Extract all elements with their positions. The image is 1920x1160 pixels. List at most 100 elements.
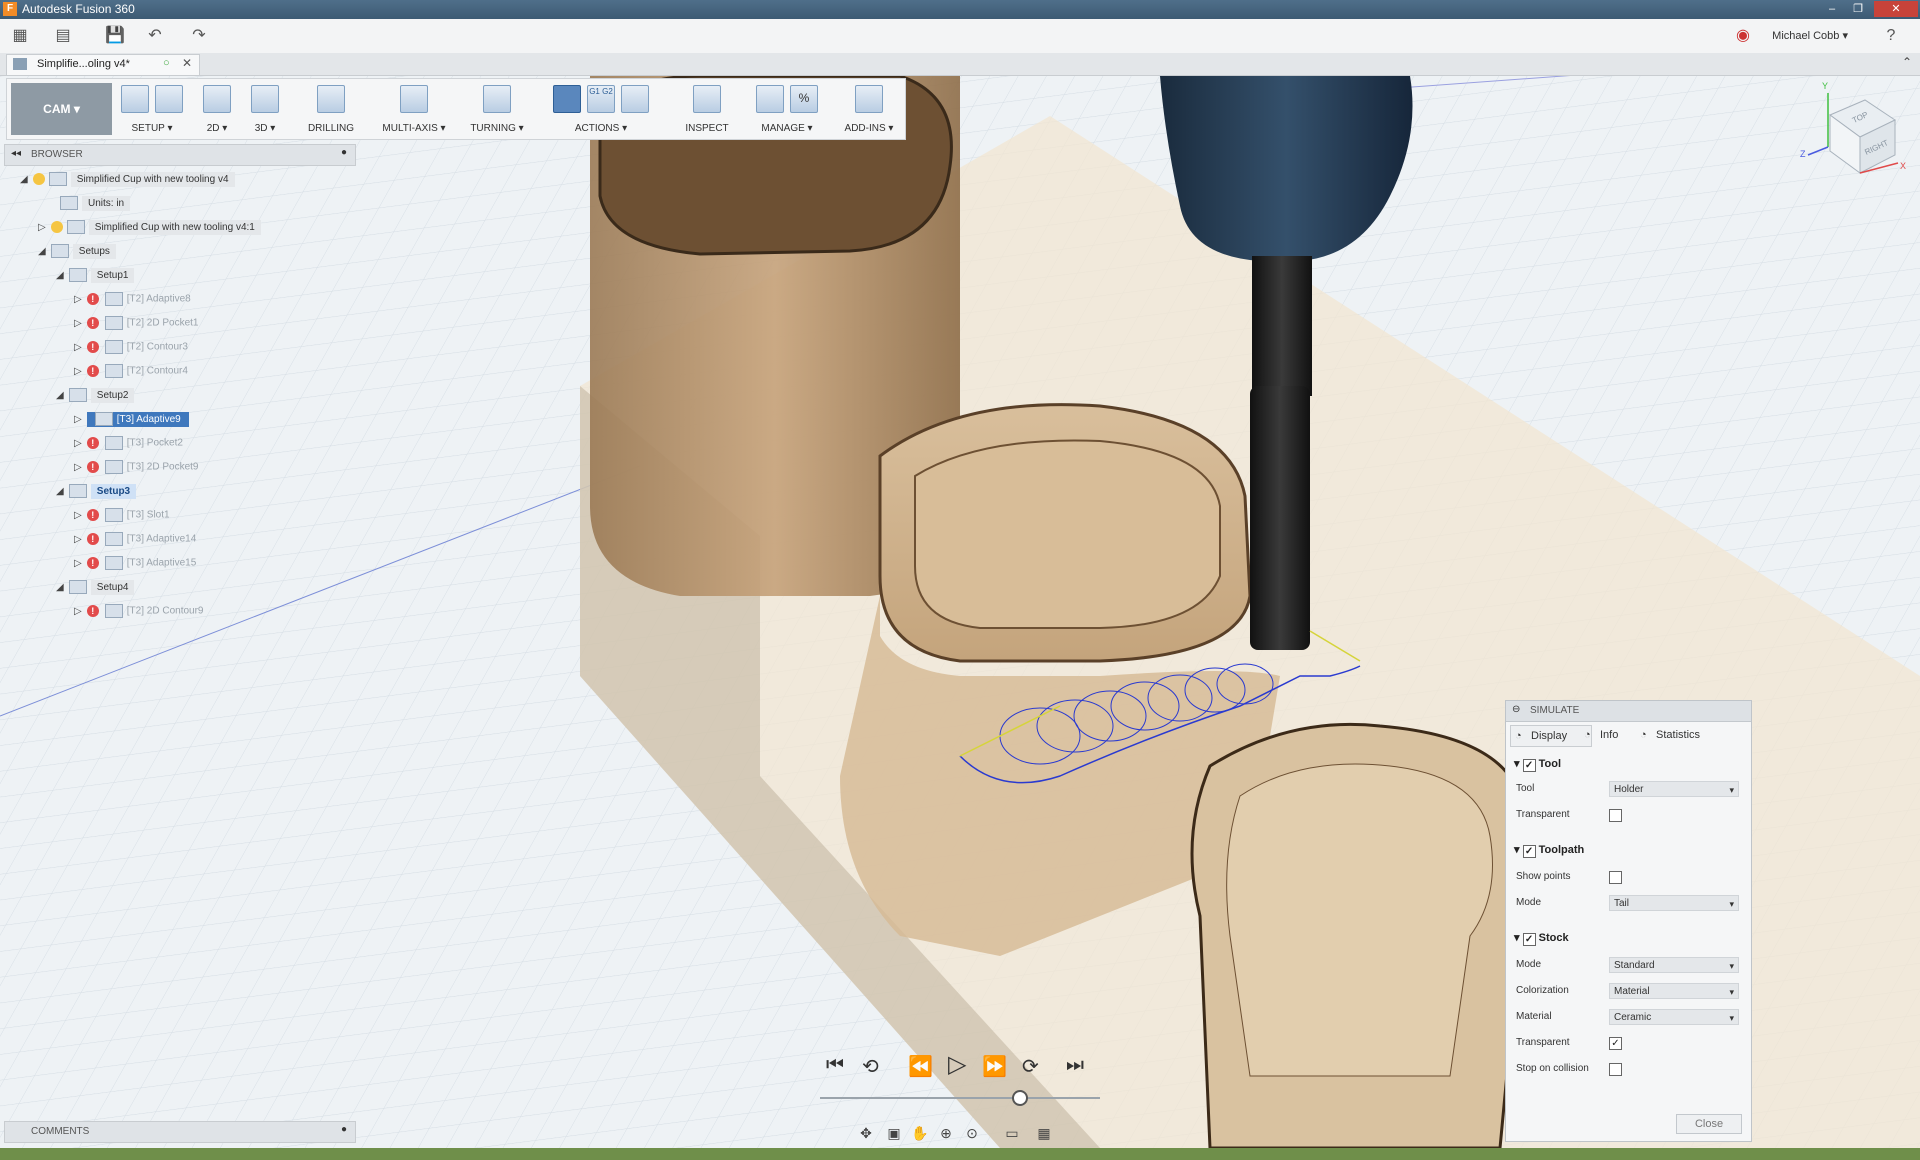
tool-select[interactable]: Holder (1609, 781, 1739, 798)
expand-triangle-icon[interactable]: ▷ (74, 534, 84, 545)
collapse-triangle-icon[interactable]: ◢ (38, 246, 48, 257)
record-icon[interactable]: ◉ (1732, 25, 1754, 47)
play-icon[interactable]: ▷ (948, 1050, 966, 1079)
tree-setup1[interactable]: ◢ Setup1 (56, 268, 135, 286)
drill-icon[interactable] (317, 85, 345, 113)
3d-adaptive-icon[interactable] (251, 85, 279, 113)
manage-group[interactable]: % MANAGE ▾ (749, 79, 825, 139)
data-panel-grid-icon[interactable]: ▦ (9, 25, 31, 47)
operation-row[interactable]: ▷ ! [T3] Slot1 (74, 508, 170, 526)
tool-library-icon[interactable] (756, 85, 784, 113)
timeline-scrubber[interactable] (1012, 1090, 1028, 1106)
stock-checkbox[interactable]: ✓ (1522, 933, 1536, 946)
tab-statistics[interactable]: ◔ Statistics (1636, 725, 1700, 745)
comments-pin-icon[interactable]: ● (341, 1124, 347, 1135)
actions-group[interactable]: G1 G2 ACTIONS ▾ (539, 79, 663, 139)
toolpath-checkbox[interactable]: ✓ (1522, 845, 1536, 858)
expand-triangle-icon[interactable]: ▷ (38, 222, 48, 233)
setup-sheet-icon[interactable] (621, 85, 649, 113)
operation-row[interactable]: ▷ ! [T2] Adaptive8 (74, 292, 191, 310)
next-operation-icon[interactable]: ⟳ (1022, 1054, 1039, 1079)
fit-icon[interactable]: ⊙ (962, 1123, 982, 1143)
show-points-checkbox[interactable] (1609, 871, 1622, 884)
stock-section[interactable]: ▾ ✓ Stock (1514, 931, 1569, 946)
turning-group[interactable]: TURNING ▾ (467, 79, 527, 139)
expand-triangle-icon[interactable]: ▷ (74, 342, 84, 353)
collapse-chevron-icon[interactable]: ⌃ (1902, 55, 1912, 69)
zoom-icon[interactable]: ⊕ (936, 1123, 956, 1143)
operation-row-selected[interactable]: ▷ [T3] Adaptive9 (74, 411, 189, 430)
tree-root[interactable]: ◢ Simplified Cup with new tooling v4 (20, 172, 235, 190)
stop-on-collision-checkbox[interactable] (1609, 1063, 1622, 1076)
close-button[interactable]: Close (1676, 1114, 1742, 1134)
previous-operation-icon[interactable]: ⟲ (862, 1054, 879, 1079)
close-window-button[interactable]: ✕ (1874, 1, 1918, 17)
look-at-icon[interactable]: ▣ (884, 1123, 904, 1143)
expand-triangle-icon[interactable]: ▷ (74, 366, 84, 377)
file-menu-icon[interactable]: ▤ (52, 25, 74, 47)
tool-checkbox[interactable]: ✓ (1522, 759, 1536, 772)
toolpath-mode-select[interactable]: Tail (1609, 895, 1739, 912)
step-back-icon[interactable]: ⏪ (908, 1054, 933, 1079)
drilling-group[interactable]: DRILLING (303, 79, 359, 139)
visibility-bulb-icon[interactable] (50, 221, 63, 234)
tree-units[interactable]: Units: in (60, 196, 131, 214)
measure-icon[interactable] (693, 85, 721, 113)
tool-section[interactable]: ▾ ✓ Tool (1514, 757, 1561, 772)
stock-transparent-checkbox[interactable]: ✓ (1609, 1037, 1622, 1050)
tree-setups[interactable]: ◢ Setups (38, 244, 116, 262)
template-icon[interactable]: % (790, 85, 818, 113)
display-settings-icon[interactable]: ▭ (1002, 1123, 1022, 1143)
collapse-triangle-icon[interactable]: ◢ (56, 582, 66, 593)
minimize-button[interactable]: – (1820, 1, 1844, 17)
tool-transparent-checkbox[interactable] (1609, 809, 1622, 822)
browser-header[interactable]: ◂◂ BROWSER ● (4, 144, 356, 166)
expand-triangle-icon[interactable]: ▷ (74, 414, 84, 425)
orbit-icon[interactable]: ✥ (856, 1123, 876, 1143)
material-select[interactable]: Ceramic (1609, 1009, 1739, 1026)
expand-triangle-icon[interactable]: ▷ (74, 462, 84, 473)
operation-row[interactable]: ▷ ! [T3] Pocket2 (74, 436, 183, 454)
save-icon[interactable]: 💾 (104, 25, 126, 47)
collapse-triangle-icon[interactable]: ◢ (56, 390, 66, 401)
operation-row[interactable]: ▷ ! [T2] 2D Pocket1 (74, 316, 198, 334)
expand-triangle-icon[interactable]: ▷ (74, 510, 84, 521)
tree-setup2[interactable]: ◢ Setup2 (56, 388, 135, 406)
expand-triangle-icon[interactable]: ▷ (74, 318, 84, 329)
visibility-bulb-icon[interactable] (32, 173, 45, 186)
expand-triangle-icon[interactable]: ▷ (74, 558, 84, 569)
tab-info[interactable]: ◔ Info (1580, 725, 1618, 745)
folder-icon[interactable] (155, 85, 183, 113)
post-process-icon[interactable]: G1 G2 (587, 85, 615, 113)
add-ins-group[interactable]: ADD-INS ▾ (839, 79, 899, 139)
expand-triangle-icon[interactable]: ▷ (74, 606, 84, 617)
help-icon[interactable]: ? (1880, 25, 1902, 47)
close-tab-icon[interactable]: ✕ (182, 56, 192, 70)
expand-triangle-icon[interactable]: ▷ (74, 294, 84, 305)
operation-row[interactable]: ▷ ! [T2] Contour4 (74, 364, 188, 382)
browser-pin-icon[interactable]: ● (341, 147, 347, 158)
simulate-icon[interactable] (553, 85, 581, 113)
redo-icon[interactable]: ↷ (188, 25, 210, 47)
step-forward-icon[interactable]: ⏩ (982, 1054, 1007, 1079)
new-setup-icon[interactable] (121, 85, 149, 113)
tree-setup3[interactable]: ◢ Setup3 (56, 483, 137, 502)
maximize-button[interactable]: ❐ (1846, 1, 1870, 17)
operation-row[interactable]: ▷ ! [T3] 2D Pocket9 (74, 460, 198, 478)
scripts-icon[interactable] (855, 85, 883, 113)
expand-triangle-icon[interactable]: ▷ (74, 438, 84, 449)
user-menu[interactable]: Michael Cobb ▾ (1772, 29, 1848, 42)
collapse-triangle-icon[interactable]: ◢ (20, 174, 30, 185)
collapse-triangle-icon[interactable]: ◢ (56, 270, 66, 281)
operation-row[interactable]: ▷ ! [T3] Adaptive15 (74, 556, 196, 574)
2d-adaptive-icon[interactable] (203, 85, 231, 113)
workspace-switcher[interactable]: CAM ▾ (11, 83, 112, 135)
3d-group[interactable]: 3D ▾ (245, 79, 285, 139)
stock-mode-select[interactable]: Standard (1609, 957, 1739, 974)
turning-icon[interactable] (483, 85, 511, 113)
2d-group[interactable]: 2D ▾ (197, 79, 237, 139)
operation-row[interactable]: ▷ ! [T3] Adaptive14 (74, 532, 196, 550)
skip-to-start-icon[interactable]: ⏮ (826, 1054, 844, 1077)
skip-to-end-icon[interactable]: ⏭ (1066, 1054, 1084, 1077)
timeline-track[interactable] (820, 1097, 1100, 1099)
